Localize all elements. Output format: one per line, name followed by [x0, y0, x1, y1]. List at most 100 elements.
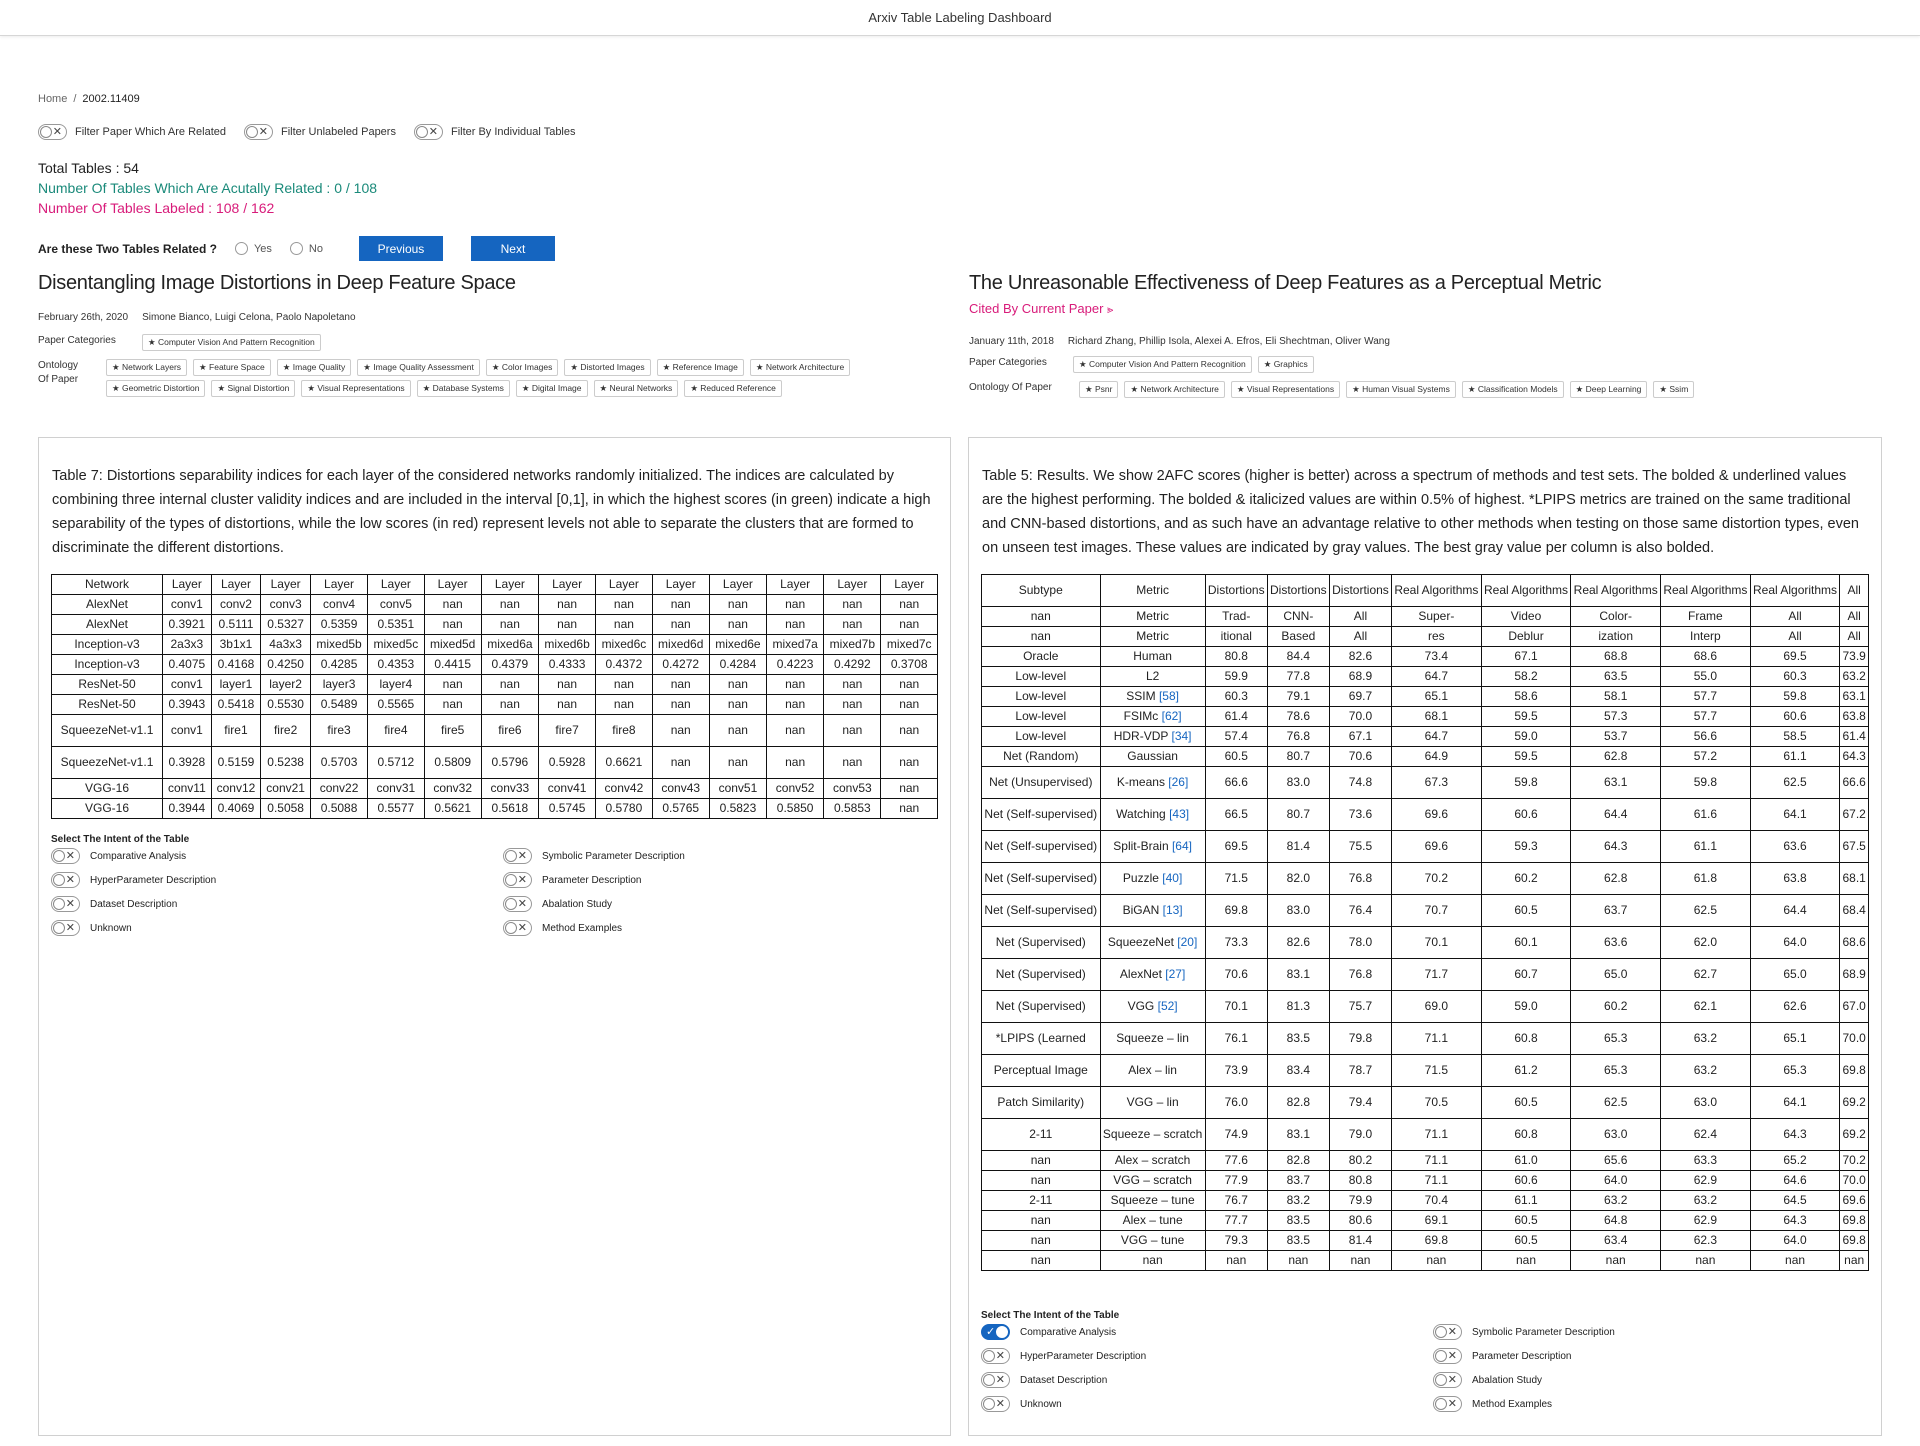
- intent-toggle[interactable]: ✕ Dataset Description: [981, 1372, 1433, 1388]
- toggle-switch[interactable]: ✕: [1433, 1372, 1462, 1388]
- intent-toggle[interactable]: ✓ Comparative Analysis: [981, 1324, 1433, 1340]
- related-question-text: Are these Two Tables Related ?: [38, 241, 217, 256]
- toggle-knob: [40, 126, 52, 138]
- table-row: nan VGG – scratch 77.9 83.7 80.8 71.1 60.6 64.0…: [981, 1170, 1869, 1191]
- next-button[interactable]: Next: [470, 236, 555, 261]
- intent-toggle[interactable]: ✕ Method Examples: [1433, 1396, 1885, 1412]
- tag-chip: ★ Feature Space: [193, 359, 271, 376]
- table-cell: SqueezeNet [20]: [1099, 926, 1206, 959]
- left-paper-title[interactable]: Disentangling Image Distortions in Deep …: [38, 272, 950, 295]
- filter-toggle[interactable]: ✕ Filter Paper Which Are Related: [38, 124, 226, 140]
- intent-toggle[interactable]: ✕ Abalation Study: [1433, 1372, 1885, 1388]
- table-cell: Distortions: [1204, 574, 1268, 607]
- toggle-switch[interactable]: ✕: [503, 872, 532, 888]
- intent-toggle[interactable]: ✕ HyperParameter Description: [981, 1348, 1433, 1364]
- no-radio[interactable]: No: [289, 242, 323, 255]
- citation-link[interactable]: [34]: [1172, 729, 1192, 743]
- toggle-switch[interactable]: ✕: [503, 920, 532, 936]
- x-icon: ✕: [258, 126, 269, 138]
- citation-link[interactable]: [52]: [1158, 999, 1178, 1013]
- toggle-switch[interactable]: ✕: [51, 920, 80, 936]
- link-icon[interactable]: ⪢: [1107, 304, 1113, 316]
- table-cell: 74.8: [1328, 766, 1393, 799]
- citation-link[interactable]: [13]: [1163, 903, 1183, 917]
- toggle-switch[interactable]: ✕: [1433, 1348, 1462, 1364]
- toggle-switch[interactable]: ✕: [51, 872, 80, 888]
- tag-chip: ★ Digital Image: [515, 380, 588, 397]
- yes-radio[interactable]: Yes: [234, 242, 272, 255]
- table-cell: conv2: [210, 594, 262, 615]
- table-cell: nan: [823, 694, 882, 715]
- table-cell: 80.7: [1266, 798, 1330, 831]
- citation-link[interactable]: [43]: [1169, 807, 1189, 821]
- table-cell: conv53: [823, 778, 882, 799]
- citation-link[interactable]: [20]: [1177, 935, 1197, 949]
- table-cell: mixed7c: [880, 634, 938, 655]
- toggle-switch[interactable]: ✕: [51, 848, 80, 864]
- citation-link[interactable]: [40]: [1162, 871, 1182, 885]
- star-icon: ★: [112, 362, 122, 372]
- citation-link[interactable]: [58]: [1159, 689, 1179, 703]
- table-row: nan VGG – tune 79.3 83.5 81.4 69.8 60.5 63.4 62.…: [981, 1230, 1869, 1251]
- toggle-label: Comparative Analysis: [1020, 1326, 1117, 1338]
- intent-toggle[interactable]: ✕ Comparative Analysis: [51, 848, 503, 864]
- toggle-switch[interactable]: ✕: [981, 1348, 1010, 1364]
- table-cell: 77.7: [1204, 1210, 1268, 1231]
- tag-chip: ★ Network Architecture: [1124, 381, 1225, 398]
- right-paper-header: The Unreasonable Effectiveness of Deep F…: [969, 272, 1881, 398]
- table-cell: Squeeze – tune: [1099, 1190, 1206, 1211]
- citation-link[interactable]: [64]: [1172, 839, 1192, 853]
- toggle-switch[interactable]: ✕: [244, 124, 274, 140]
- table-cell: 68.6: [1839, 926, 1869, 959]
- tag-chip: ★ Reference Image: [656, 359, 744, 376]
- toggle-switch[interactable]: ✕: [503, 896, 532, 912]
- table-cell: Layer: [708, 574, 768, 595]
- table-cell: 68.9: [1839, 958, 1869, 991]
- previous-button[interactable]: Previous: [358, 236, 443, 261]
- toggle-switch[interactable]: ✕: [503, 848, 532, 864]
- citation-link[interactable]: [27]: [1165, 967, 1185, 981]
- breadcrumb-home[interactable]: Home: [38, 93, 67, 105]
- intent-toggle[interactable]: ✕ Symbolic Parameter Description: [503, 848, 955, 864]
- citation-link[interactable]: [26]: [1168, 775, 1188, 789]
- toggle-switch[interactable]: ✕: [1433, 1396, 1462, 1412]
- no-label: No: [308, 242, 323, 255]
- intent-toggle[interactable]: ✕ Parameter Description: [1433, 1348, 1885, 1364]
- toggle-switch[interactable]: ✕: [51, 896, 80, 912]
- table-cell: VGG – lin: [1099, 1086, 1206, 1119]
- toggle-switch[interactable]: ✕: [1433, 1324, 1462, 1340]
- intent-toggle[interactable]: ✕ Unknown: [981, 1396, 1433, 1412]
- right-paper-title[interactable]: The Unreasonable Effectiveness of Deep F…: [969, 272, 1881, 295]
- table-cell: 60.6: [1480, 1170, 1572, 1191]
- table-cell: 78.6: [1266, 706, 1330, 727]
- tag-chip: ★ Signal Distortion: [211, 380, 296, 397]
- toggle-switch[interactable]: ✕: [413, 124, 443, 140]
- table-cell: conv22: [309, 778, 369, 799]
- intent-toggle[interactable]: ✕ Parameter Description: [503, 872, 955, 888]
- toggle-switch[interactable]: ✕: [981, 1396, 1010, 1412]
- table-cell: 80.7: [1266, 746, 1330, 767]
- intent-toggle[interactable]: ✕ Method Examples: [503, 920, 955, 936]
- filter-toggle[interactable]: ✕ Filter By Individual Tables: [413, 124, 576, 140]
- tag-chip: ★ Classification Models: [1461, 381, 1564, 398]
- tag-label: Digital Image: [531, 383, 582, 393]
- intent-toggle[interactable]: ✕ Unknown: [51, 920, 503, 936]
- table-cell: SqueezeNet-v1.1: [50, 714, 164, 747]
- table-cell: 64.1: [1749, 798, 1841, 831]
- citation-link[interactable]: [62]: [1162, 709, 1182, 723]
- toggle-switch[interactable]: ✕: [38, 124, 67, 140]
- toggle-switch[interactable]: ✕: [981, 1372, 1010, 1388]
- toggle-switch[interactable]: ✓: [981, 1324, 1010, 1340]
- table-cell: 61.0: [1480, 1150, 1572, 1171]
- filter-toggle[interactable]: ✕ Filter Unlabeled Papers: [244, 124, 396, 140]
- intent-toggle[interactable]: ✕ Abalation Study: [503, 896, 955, 912]
- table-cell: 0.3944: [162, 798, 212, 819]
- table-cell: Low-level: [981, 666, 1101, 687]
- table-row: ResNet-50 0.3943 0.5418 0.5530 0.5489 0.5565 n…: [50, 694, 938, 715]
- table-cell: nan: [880, 746, 938, 779]
- table-cell: 67.1: [1328, 726, 1393, 747]
- intent-toggle[interactable]: ✕ Symbolic Parameter Description: [1433, 1324, 1885, 1340]
- table-cell: 74.9: [1204, 1118, 1268, 1151]
- intent-toggle[interactable]: ✕ HyperParameter Description: [51, 872, 503, 888]
- intent-toggle[interactable]: ✕ Dataset Description: [51, 896, 503, 912]
